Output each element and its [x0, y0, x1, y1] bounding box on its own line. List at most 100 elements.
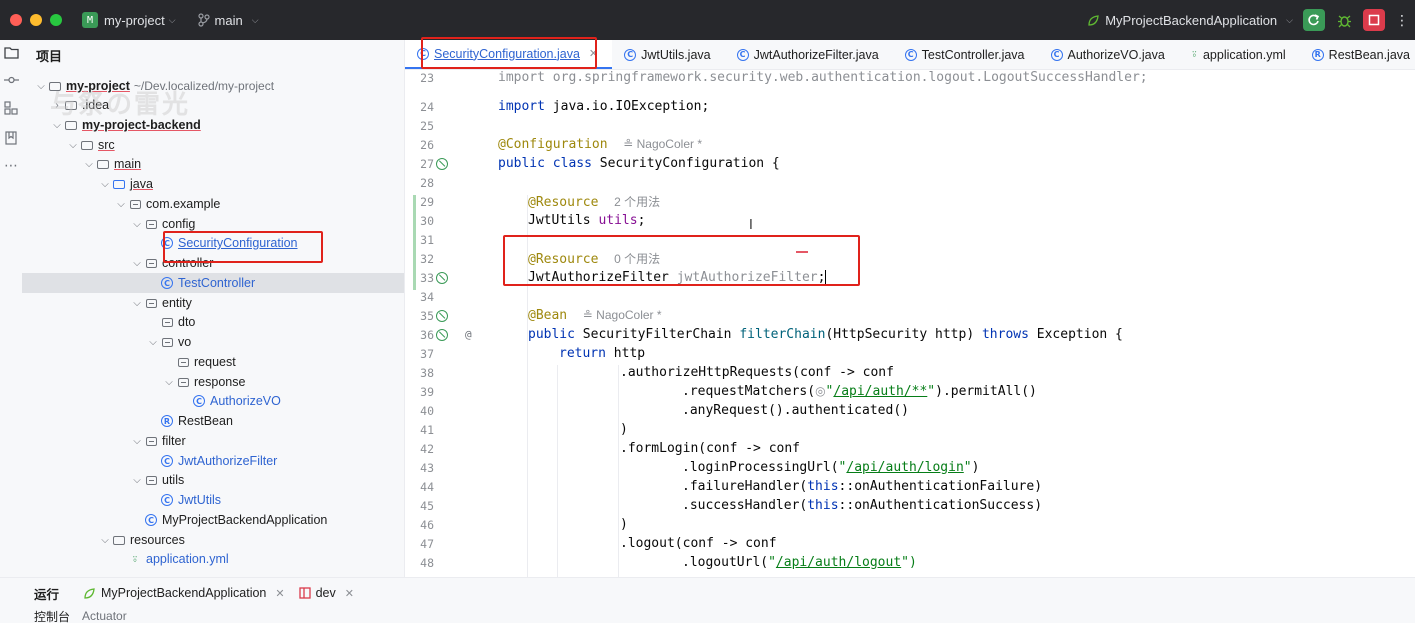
project-switcher[interactable]: my-project	[104, 13, 165, 28]
close-icon[interactable]: ✕	[589, 47, 598, 60]
run-tab-dev[interactable]: dev ✕	[298, 586, 354, 600]
tree-item-config[interactable]: ⌵ config	[22, 214, 404, 234]
tab-jwtutils[interactable]: C JwtUtils.java	[612, 40, 724, 69]
code-text: .logout(conf -> conf	[620, 536, 777, 551]
tree-item-controller[interactable]: ⌵ controller	[22, 253, 404, 273]
code-text: .failureHandler(this::onAuthenticationFa…	[682, 479, 1043, 494]
tree-item-authorizevo[interactable]: C AuthorizeVO	[22, 391, 404, 411]
tree-item-java[interactable]: ⌵ java	[22, 174, 404, 194]
chevron-down-icon[interactable]: ⌵	[114, 199, 128, 210]
run-tab-bar: 运行 MyProjectBackendApplication ✕ dev ✕	[0, 578, 1415, 608]
tree-item-entity[interactable]: ⌵ entity	[22, 293, 404, 313]
project-folder-icon[interactable]	[3, 46, 19, 59]
tab-application-yml[interactable]: ⍤ application.yml	[1179, 40, 1300, 69]
tree-item-jwtauthorizefilter[interactable]: C JwtAuthorizeFilter	[22, 451, 404, 471]
code-editor[interactable]: 23 import org.springframework.security.w…	[405, 70, 1415, 577]
tree-item-testcontroller[interactable]: C TestController	[22, 273, 404, 293]
spring-class-icon: C	[144, 514, 158, 526]
tree-item-main[interactable]: ⌵ main	[22, 154, 404, 174]
chevron-down-icon[interactable]: ⌵	[130, 436, 144, 447]
rerun-icon	[1308, 14, 1320, 26]
console-tab[interactable]: 控制台	[34, 608, 70, 623]
code-text: return http	[559, 346, 646, 361]
structure-icon[interactable]	[4, 101, 18, 115]
tree-item-vo[interactable]: ⌵ vo	[22, 332, 404, 352]
tree-item-dto[interactable]: dto	[22, 312, 404, 332]
chevron-down-icon[interactable]: ⌵	[130, 258, 144, 269]
tree-item-label: main	[114, 157, 142, 171]
tab-testcontroller[interactable]: C TestController.java	[893, 40, 1039, 69]
chevron-down-icon[interactable]: ⌵	[82, 159, 96, 170]
code-text: .authorizeHttpRequests(conf -> conf	[620, 365, 894, 380]
spring-boot-icon	[84, 587, 95, 599]
commit-icon[interactable]	[3, 75, 19, 85]
tree-item-src[interactable]: ⌵ src	[22, 135, 404, 155]
chevron-down-icon[interactable]: ⌵	[130, 298, 144, 309]
tree-item-idea[interactable]: › .idea	[22, 95, 404, 115]
chevron-down-icon[interactable]: ⌵	[66, 140, 80, 151]
more-actions-icon[interactable]: ⋮	[1395, 12, 1409, 29]
tree-item-application-yml[interactable]: ⍤ application.yml	[22, 549, 404, 569]
chevron-down-icon[interactable]: ⌵	[146, 337, 160, 348]
debug-button[interactable]	[1335, 9, 1353, 31]
tree-item-utils[interactable]: ⌵ utils	[22, 470, 404, 490]
close-icon[interactable]: ✕	[275, 587, 284, 600]
tab-securityconfiguration[interactable]: C SecurityConfiguration.java ✕	[405, 40, 613, 69]
tree-item-restbean[interactable]: R RestBean	[22, 411, 404, 431]
more-tools-icon[interactable]: ⋯	[4, 158, 18, 172]
chevron-down-icon[interactable]: ⌵	[98, 535, 112, 546]
chevron-down-icon[interactable]: ⌵	[130, 219, 144, 230]
code-line: 44 .failureHandler(this::onAuthenticatio…	[405, 477, 1415, 496]
tab-restbean[interactable]: R RestBean.java	[1300, 40, 1415, 69]
tree-item-resources[interactable]: ⌵ resources	[22, 530, 404, 550]
tree-item-filter[interactable]: ⌵ filter	[22, 431, 404, 451]
line-number: 41	[420, 422, 434, 437]
tab-label: SecurityConfiguration.java	[434, 46, 580, 61]
tree-item-jwtutils[interactable]: C JwtUtils	[22, 490, 404, 510]
chevron-down-icon[interactable]: ⌵	[50, 120, 64, 131]
tree-item-securityconfiguration[interactable]: C SecurityConfiguration	[22, 233, 404, 253]
chevron-right-icon[interactable]: ›	[50, 100, 64, 111]
branch-switcher[interactable]: main ⌵	[197, 13, 259, 28]
tree-item-response[interactable]: ⌵ response	[22, 372, 404, 392]
tree-item-com-example[interactable]: ⌵ com.example	[22, 194, 404, 214]
bookmarks-icon[interactable]	[5, 131, 17, 145]
line-number: 42	[420, 441, 434, 456]
maximize-window-button[interactable]	[50, 14, 62, 26]
chevron-down-icon[interactable]: ⌵	[130, 475, 144, 486]
at-gutter-icon[interactable]: @	[465, 328, 472, 341]
line-number: 46	[420, 517, 434, 532]
run-tab-myprojectbackendapplication[interactable]: MyProjectBackendApplication ✕	[83, 586, 285, 600]
chevron-down-icon[interactable]: ⌵	[98, 179, 112, 190]
spring-bean-gutter-icon[interactable]	[436, 309, 448, 322]
chevron-down-icon: ⌵	[168, 14, 176, 25]
tab-jwtauthorizefilter[interactable]: C JwtAuthorizeFilter.java	[725, 40, 893, 69]
class-icon: C	[192, 395, 206, 407]
spring-bean-gutter-icon[interactable]	[436, 157, 448, 170]
chevron-down-icon[interactable]: ⌵	[34, 81, 48, 92]
chevron-down-icon[interactable]: ⌵	[162, 377, 176, 388]
tree-item-my-project-backend[interactable]: ⌵ my-project-backend	[22, 115, 404, 135]
tree-item-request[interactable]: request	[22, 352, 404, 372]
code-line: 47 .logout(conf -> conf	[405, 534, 1415, 553]
project-panel: 项目 ⌵ my-project ~/Dev.localized/my-proje…	[22, 40, 405, 577]
class-icon: C	[160, 494, 174, 506]
rerun-button[interactable]	[1303, 9, 1325, 31]
minimize-window-button[interactable]	[30, 14, 42, 26]
stop-button[interactable]	[1363, 9, 1385, 31]
actuator-tab[interactable]: Actuator	[82, 609, 127, 623]
spring-bean-gutter-icon[interactable]	[436, 271, 448, 284]
usages-hint: 2 个用法	[614, 195, 661, 209]
tab-authorizevo[interactable]: C AuthorizeVO.java	[1039, 40, 1179, 69]
code-line: 33 JwtAuthorizeFilter jwtAuthorizeFilter…	[405, 268, 1415, 287]
tree-item-my-project[interactable]: ⌵ my-project ~/Dev.localized/my-project	[22, 76, 404, 96]
spring-bean-gutter-icon[interactable]	[436, 328, 448, 341]
source-folder-icon	[112, 178, 126, 190]
close-window-button[interactable]	[10, 14, 22, 26]
run-configuration-selector[interactable]: MyProjectBackendApplication ⌵	[1087, 13, 1293, 28]
close-icon[interactable]: ✕	[345, 587, 354, 600]
code-text: import org.springframework.security.web.…	[498, 70, 1148, 85]
class-icon: C	[160, 277, 174, 289]
tab-label: RestBean.java	[1328, 47, 1410, 62]
tree-item-myprojectbackendapplication[interactable]: C MyProjectBackendApplication	[22, 510, 404, 530]
